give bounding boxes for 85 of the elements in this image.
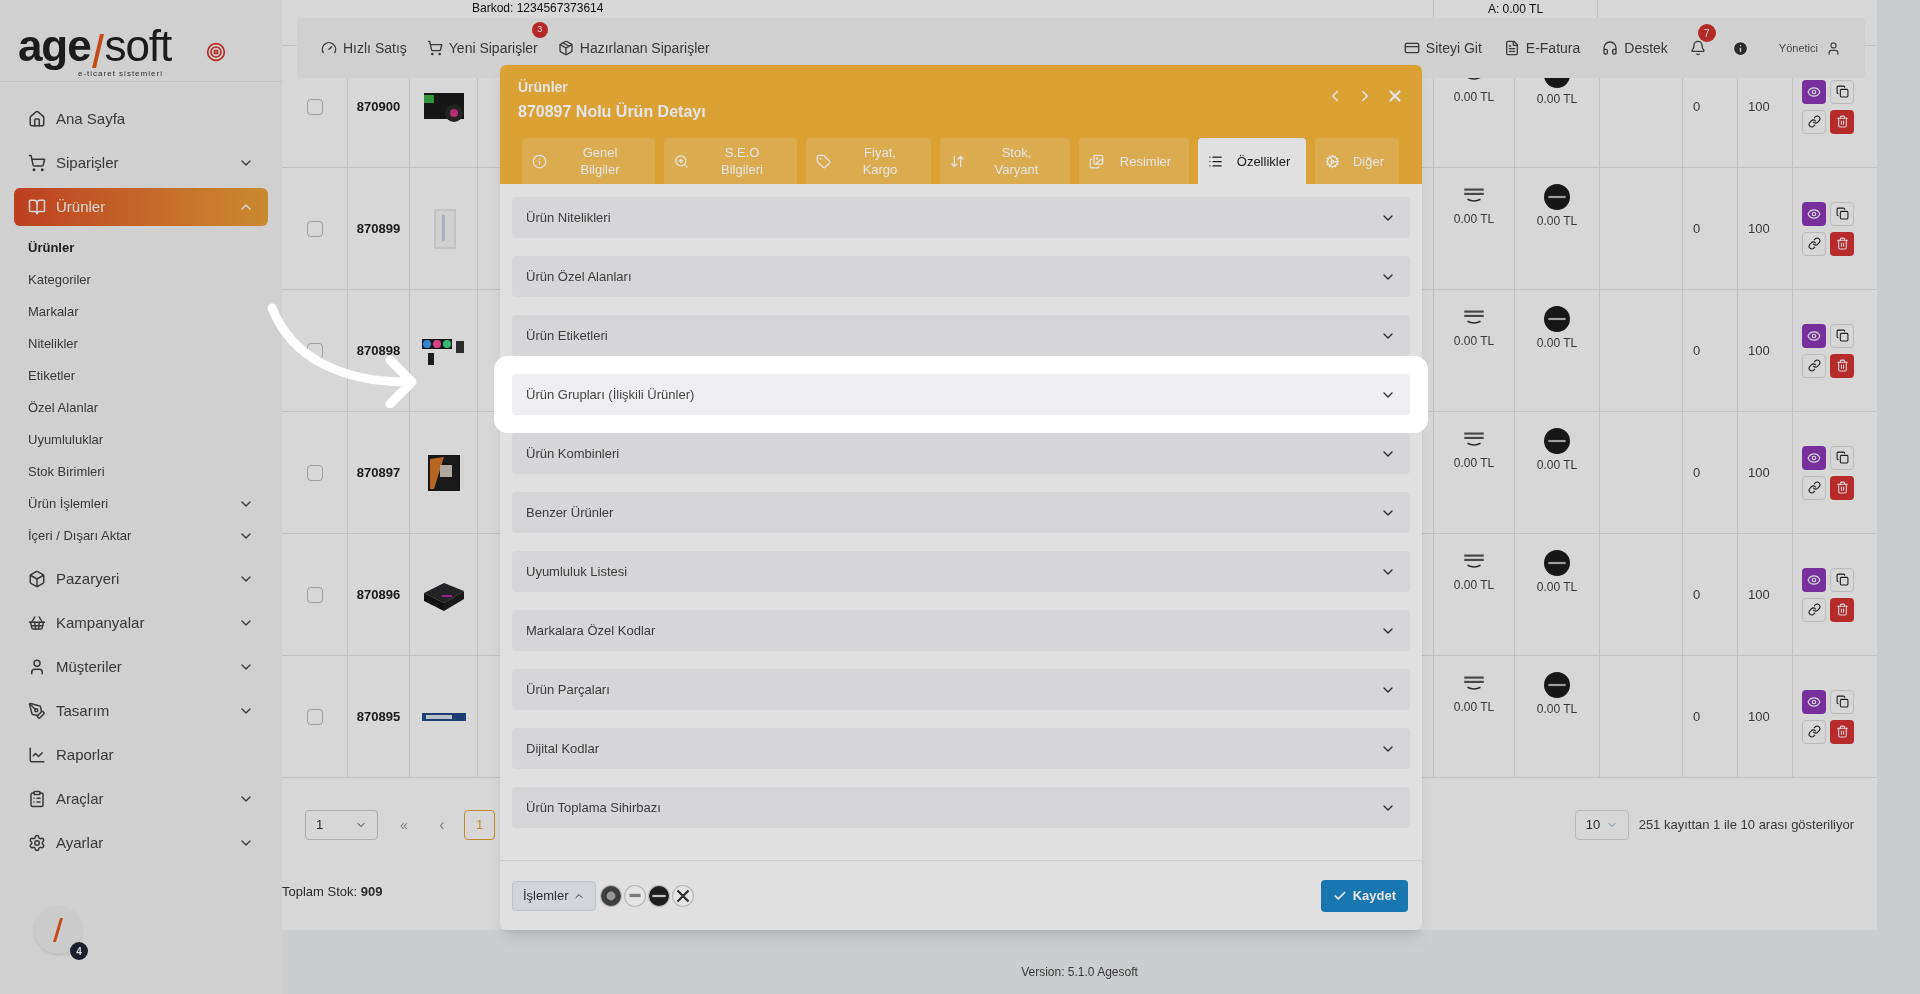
user-menu[interactable]: Yönetici: [1778, 39, 1841, 57]
table-cell-text: 0: [1693, 341, 1701, 360]
price-text: 0.00 TL: [1453, 699, 1495, 716]
logo-tagline: e-ticaret sistemleri: [78, 68, 164, 80]
logo-text: soft: [104, 23, 172, 68]
sidebar-subitem[interactable]: Ürünler: [28, 232, 268, 264]
price-text: 0.00 TL: [1536, 335, 1578, 352]
price-text: 0.00 TL: [1536, 457, 1578, 474]
accordion-section[interactable]: Dijital Kodlar: [512, 728, 1410, 769]
accordion-section[interactable]: Ürün Özel Alanları: [512, 256, 1410, 297]
price-text: A: 0.00 TL: [1487, 2, 1544, 16]
price-text: 0.00 TL: [1536, 579, 1578, 596]
top-bar-link[interactable]: E-Fatura: [1503, 37, 1581, 59]
sidebar-item[interactable]: Araçlar: [14, 780, 268, 818]
product-id: 870896: [356, 585, 401, 604]
price-text: 0.00 TL: [1453, 211, 1495, 228]
sidebar-subitem[interactable]: Özel Alanlar: [28, 392, 268, 424]
price-text: 0.00 TL: [1453, 333, 1495, 350]
logo[interactable]: age soft e-ticaret sistemleri: [18, 23, 172, 80]
barcode-text: Barkod: 1234567373614: [472, 1, 604, 15]
sidebar-item[interactable]: Ana Sayfa: [14, 100, 268, 138]
sidebar-subitem[interactable]: Nitelikler: [28, 328, 268, 360]
sidebar-item[interactable]: Tasarım: [14, 692, 268, 730]
sidebar-subitem[interactable]: Ürün İşlemleri: [28, 488, 268, 520]
sidebar-subitem[interactable]: Kategoriler: [28, 264, 268, 296]
modal-subtitle: Ürünler: [518, 78, 569, 97]
top-bar-link[interactable]: Destek: [1602, 37, 1668, 59]
sidebar-subitem[interactable]: İçeri / Dışarı Aktar: [28, 520, 268, 552]
product-id: 870895: [356, 707, 401, 726]
logo-text: age: [18, 23, 91, 68]
table-cell-text: 100: [1748, 219, 1770, 238]
count-badge: 3: [531, 21, 548, 38]
pagination-summary: 251 kayıttan 1 ile 10 arası gösteriliyor: [1638, 816, 1854, 835]
sidebar-subitem[interactable]: Etiketler: [28, 360, 268, 392]
table-cell-text: 0: [1693, 585, 1701, 604]
sidebar-item[interactable]: Raporlar: [14, 736, 268, 774]
total-stock-text: Toplam Stok: 909: [282, 883, 383, 901]
price-text: 0.00 TL: [1453, 455, 1495, 472]
page-size-select[interactable]: 10: [1574, 810, 1629, 840]
table-cell-text: 0: [1693, 97, 1701, 116]
sidebar-item[interactable]: Ayarlar: [14, 824, 268, 862]
accordion-section[interactable]: Ürün Toplama Sihirbazı: [512, 787, 1410, 828]
table-cell-text: 100: [1748, 341, 1770, 360]
table-cell-text: 100: [1748, 97, 1770, 116]
product-id: 870900: [356, 97, 401, 116]
price-text: 0.00 TL: [1536, 91, 1578, 108]
table-cell-text: 0: [1693, 707, 1701, 726]
price-text: 0.00 TL: [1536, 213, 1578, 230]
count-badge: 7: [1697, 24, 1716, 42]
top-bar-link[interactable]: Hızlı Satış: [321, 37, 407, 59]
top-bar-link[interactable]: Hazırlanan Siparişler: [557, 37, 710, 59]
sidebar-item[interactable]: Müşteriler: [14, 648, 268, 686]
sidebar-subitem[interactable]: Markalar: [28, 296, 268, 328]
table-cell-text: 100: [1748, 707, 1770, 726]
product-id: 870898: [356, 341, 401, 360]
modal-title: 870897 Nolu Ürün Detayı: [518, 101, 707, 122]
accordion-section[interactable]: Markalara Özel Kodlar: [512, 610, 1410, 651]
version-text: Version: 5.1.0 Agesoft: [1021, 964, 1138, 981]
price-text: 0.00 TL: [1453, 89, 1495, 106]
sidebar-item[interactable]: Siparişler: [14, 144, 268, 182]
sidebar-subitem[interactable]: Uyumluluklar: [28, 424, 268, 456]
product-id: 870897: [356, 463, 401, 482]
sidebar-item[interactable]: Kampanyalar: [14, 604, 268, 642]
table-cell-text: 100: [1748, 585, 1770, 604]
accordion-section[interactable]: Ürün Etiketleri: [512, 315, 1410, 356]
save-button[interactable]: Kaydet: [1320, 879, 1408, 912]
price-text: 0.00 TL: [1453, 577, 1495, 594]
tab[interactable]: Özellikler: [1198, 138, 1306, 184]
actions-button[interactable]: İşlemler: [512, 880, 596, 911]
top-bar-link[interactable]: Yeni Siparişler: [426, 37, 538, 59]
sidebar-item[interactable]: Pazaryeri: [14, 560, 268, 598]
notification-badge: 4: [70, 942, 88, 960]
sidebar-subitem[interactable]: Stok Birimleri: [28, 456, 268, 488]
accordion-section[interactable]: Ürün Nitelikleri: [512, 197, 1410, 238]
table-cell-text: 0: [1693, 219, 1701, 238]
accordion-section[interactable]: Benzer Ürünler: [512, 492, 1410, 533]
page-select[interactable]: 1: [305, 810, 378, 840]
table-cell-text: 100: [1748, 463, 1770, 482]
accordion-section[interactable]: Ürün Kombinleri: [512, 433, 1410, 474]
accordion-section[interactable]: Ürün Parçaları: [512, 669, 1410, 710]
product-id: 870899: [356, 219, 401, 238]
accordion-section[interactable]: Uyumluluk Listesi: [512, 551, 1410, 592]
price-text: 0.00 TL: [1536, 701, 1578, 718]
table-cell-text: 0: [1693, 463, 1701, 482]
top-bar-link[interactable]: Siteyi Git: [1403, 37, 1482, 59]
